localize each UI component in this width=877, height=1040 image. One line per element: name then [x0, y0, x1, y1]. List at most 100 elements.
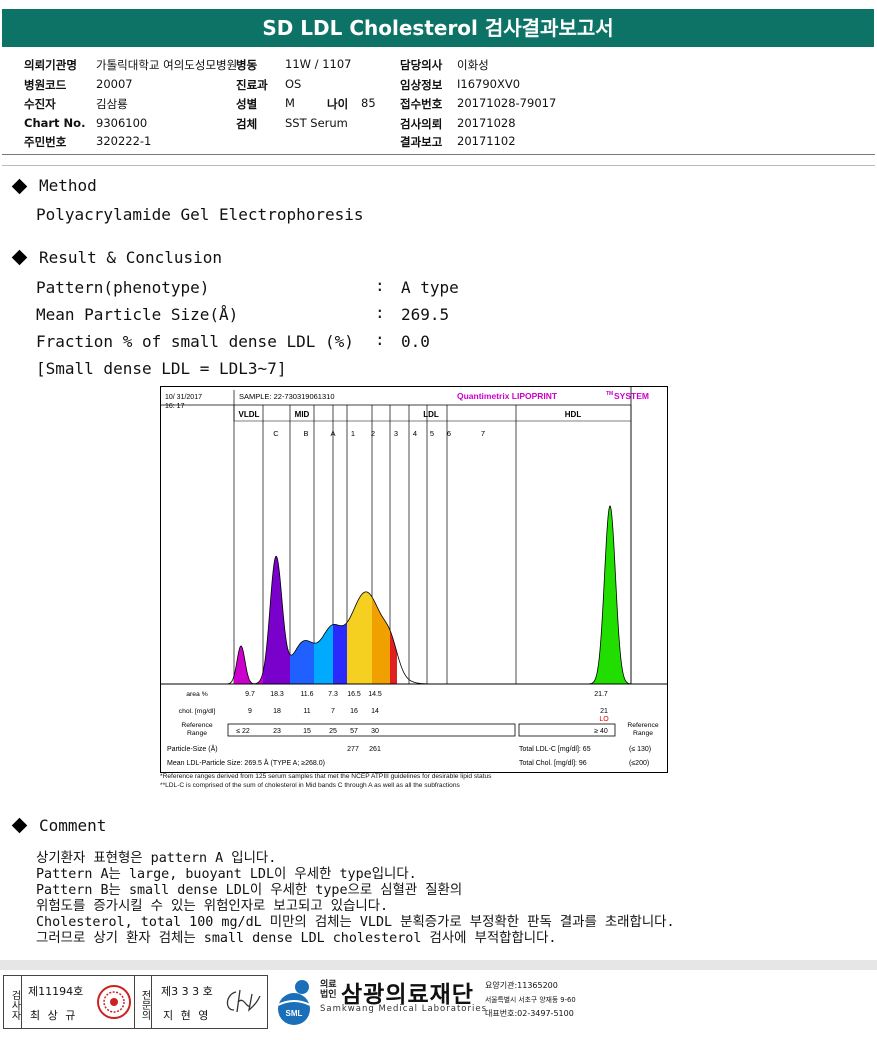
colon: : — [375, 276, 385, 295]
info-value: 가톨릭대학교 여의도성모병원 — [96, 58, 238, 72]
area-value: 18.3 — [270, 691, 284, 698]
chol-value-hdl: 21 — [600, 708, 608, 715]
particle-size-value: 269.5 — [401, 305, 450, 324]
band-label: 2 — [371, 429, 375, 438]
hdl-low-flag: LO — [599, 716, 609, 723]
info-value: 20171102 — [457, 134, 516, 148]
comment-line: 상기환자 표현형은 pattern A 입니다. — [36, 851, 277, 866]
total-ldl-ref: (≤ 130) — [629, 746, 651, 753]
org-small: 의료법인 — [320, 980, 337, 1000]
doctor-name: 지 현 영 — [163, 1009, 211, 1022]
info-label: 임상정보 — [400, 78, 443, 92]
info-label: 결과보고 — [400, 135, 443, 149]
row-label-area: area % — [186, 691, 208, 698]
size-value: 261 — [369, 746, 381, 753]
org-info-3: 대표번호:02-3497-5100 — [485, 1009, 574, 1018]
method-heading: Method — [39, 176, 97, 195]
chart-time: 16: 17 — [165, 403, 185, 410]
org-en: Samkwang Medical Laboratories — [320, 1004, 488, 1014]
info-value: 9306100 — [96, 116, 148, 130]
region-label-vldl: VLDL — [239, 410, 260, 419]
area-value: 16.5 — [347, 691, 361, 698]
info-value: 11W / 1107 — [285, 57, 352, 71]
sd-ldl-note: [Small dense LDL = LDL3~7] — [36, 359, 287, 378]
info-value: 20007 — [96, 77, 133, 91]
fraction-value: 0.0 — [401, 332, 430, 351]
age-label: 나이 — [327, 97, 349, 111]
comment-line: 위험도를 증가시킬 수 있는 위험인자로 보고되고 있습니다. — [36, 899, 389, 914]
chart-brand-tm: TM — [606, 391, 613, 397]
info-label: 의뢰기관명 — [24, 58, 77, 72]
signature-box: 검사자 제11194호 최 상 규 전문의 제3 3 3 호 지 현 영 — [3, 975, 268, 1029]
region-label-hdl: HDL — [565, 410, 582, 419]
band-label: C — [273, 429, 279, 438]
pattern-label: Pattern(phenotype) — [36, 278, 210, 297]
band-label: B — [303, 429, 308, 438]
size-value: 277 — [347, 746, 359, 753]
area-value-hdl: 21.7 — [594, 691, 608, 698]
chol-value: 7 — [331, 708, 335, 715]
tester-name: 최 상 규 — [30, 1009, 78, 1022]
info-label: 주민번호 — [24, 135, 67, 149]
comment-line: Cholesterol, total 100 mg/dL 미만의 검체는 VLD… — [36, 915, 675, 930]
info-value: 김삼룡 — [96, 97, 128, 111]
comment-line: Pattern A는 large, buoyant LDL이 우세한 type입… — [36, 867, 417, 882]
footnote-2: **LDL-C is comprised of the sum of chole… — [160, 782, 460, 789]
hdl-area — [591, 506, 629, 684]
divider — [2, 154, 875, 155]
doctor-tag: 전문의 — [134, 976, 152, 1028]
hdl-curve-line — [516, 505, 661, 685]
info-value: 20171028 — [457, 116, 516, 130]
band-4-area — [390, 630, 397, 684]
info-label: 병원코드 — [24, 78, 67, 92]
mean-ldl-size: Mean LDL-Particle Size: 269.5 Å (TYPE A;… — [167, 758, 325, 767]
fraction-label: Fraction % of small dense LDL (%) — [36, 332, 354, 351]
info-label: 진료과 — [236, 78, 268, 92]
ref-value-hdl: ≥ 40 — [594, 728, 608, 735]
band-label: 7 — [481, 429, 485, 438]
doctor-signature-icon — [226, 989, 261, 1013]
colon: : — [375, 303, 385, 322]
comment-heading: Comment — [39, 816, 107, 835]
chart-date: 10/ 31/2017 — [165, 394, 202, 401]
info-label: 검사의뢰 — [400, 117, 443, 131]
info-value: 이화성 — [457, 58, 489, 72]
info-value: 320222-1 — [96, 134, 152, 148]
tester-tag: 검사자 — [4, 976, 22, 1028]
comment-line: 그러므로 상기 환자 검체는 small dense LDL cholester… — [36, 931, 557, 946]
org-info-2: 서울특별시 서초구 양재동 9-60 — [485, 996, 576, 1004]
region-label-ldl: LDL — [423, 410, 439, 419]
chart-brand-tail: SYSTEM — [614, 391, 649, 401]
pattern-value: A type — [401, 278, 459, 297]
info-value: OS — [285, 77, 302, 91]
total-chol-ref: (≤200) — [629, 760, 649, 767]
info-label: 수진자 — [24, 97, 56, 111]
band-label: 1 — [351, 429, 355, 438]
area-value: 11.6 — [300, 691, 313, 698]
chol-value: 9 — [248, 708, 252, 715]
area-value: 7.3 — [328, 691, 338, 698]
area-value: 9.7 — [245, 691, 255, 698]
doctor-no: 제3 3 3 호 — [161, 985, 213, 998]
area-value: 14.5 — [368, 691, 382, 698]
band-2-area — [347, 591, 372, 684]
tester-seal-icon — [97, 985, 131, 1019]
colon: : — [375, 330, 385, 349]
org-info-1: 요양기관:11365200 — [485, 981, 558, 990]
total-ldl: Total LDL-C [mg/dl]: 65 — [519, 746, 591, 753]
band-label: 4 — [413, 429, 417, 438]
bullet-icon — [11, 178, 28, 195]
row-label-ref-right: Reference Range — [627, 722, 659, 737]
bullet-icon — [11, 817, 28, 834]
logo-text: SML — [286, 1009, 303, 1018]
row-label-size: Particle-Size (Å) — [167, 744, 218, 753]
band-3-area — [372, 597, 390, 684]
comment-text: 상기환자 표현형은 pattern A 입니다. Pattern A는 large… — [36, 851, 675, 947]
ref-value: 57 — [350, 728, 358, 735]
footer-band — [0, 960, 877, 970]
chart-sample: SAMPLE: 22-730319061310 — [239, 392, 335, 401]
result-heading: Result & Conclusion — [39, 248, 223, 267]
region-label-mid: MID — [295, 410, 310, 419]
info-label: 접수번호 — [400, 97, 443, 111]
info-label: 병동 — [236, 58, 258, 72]
